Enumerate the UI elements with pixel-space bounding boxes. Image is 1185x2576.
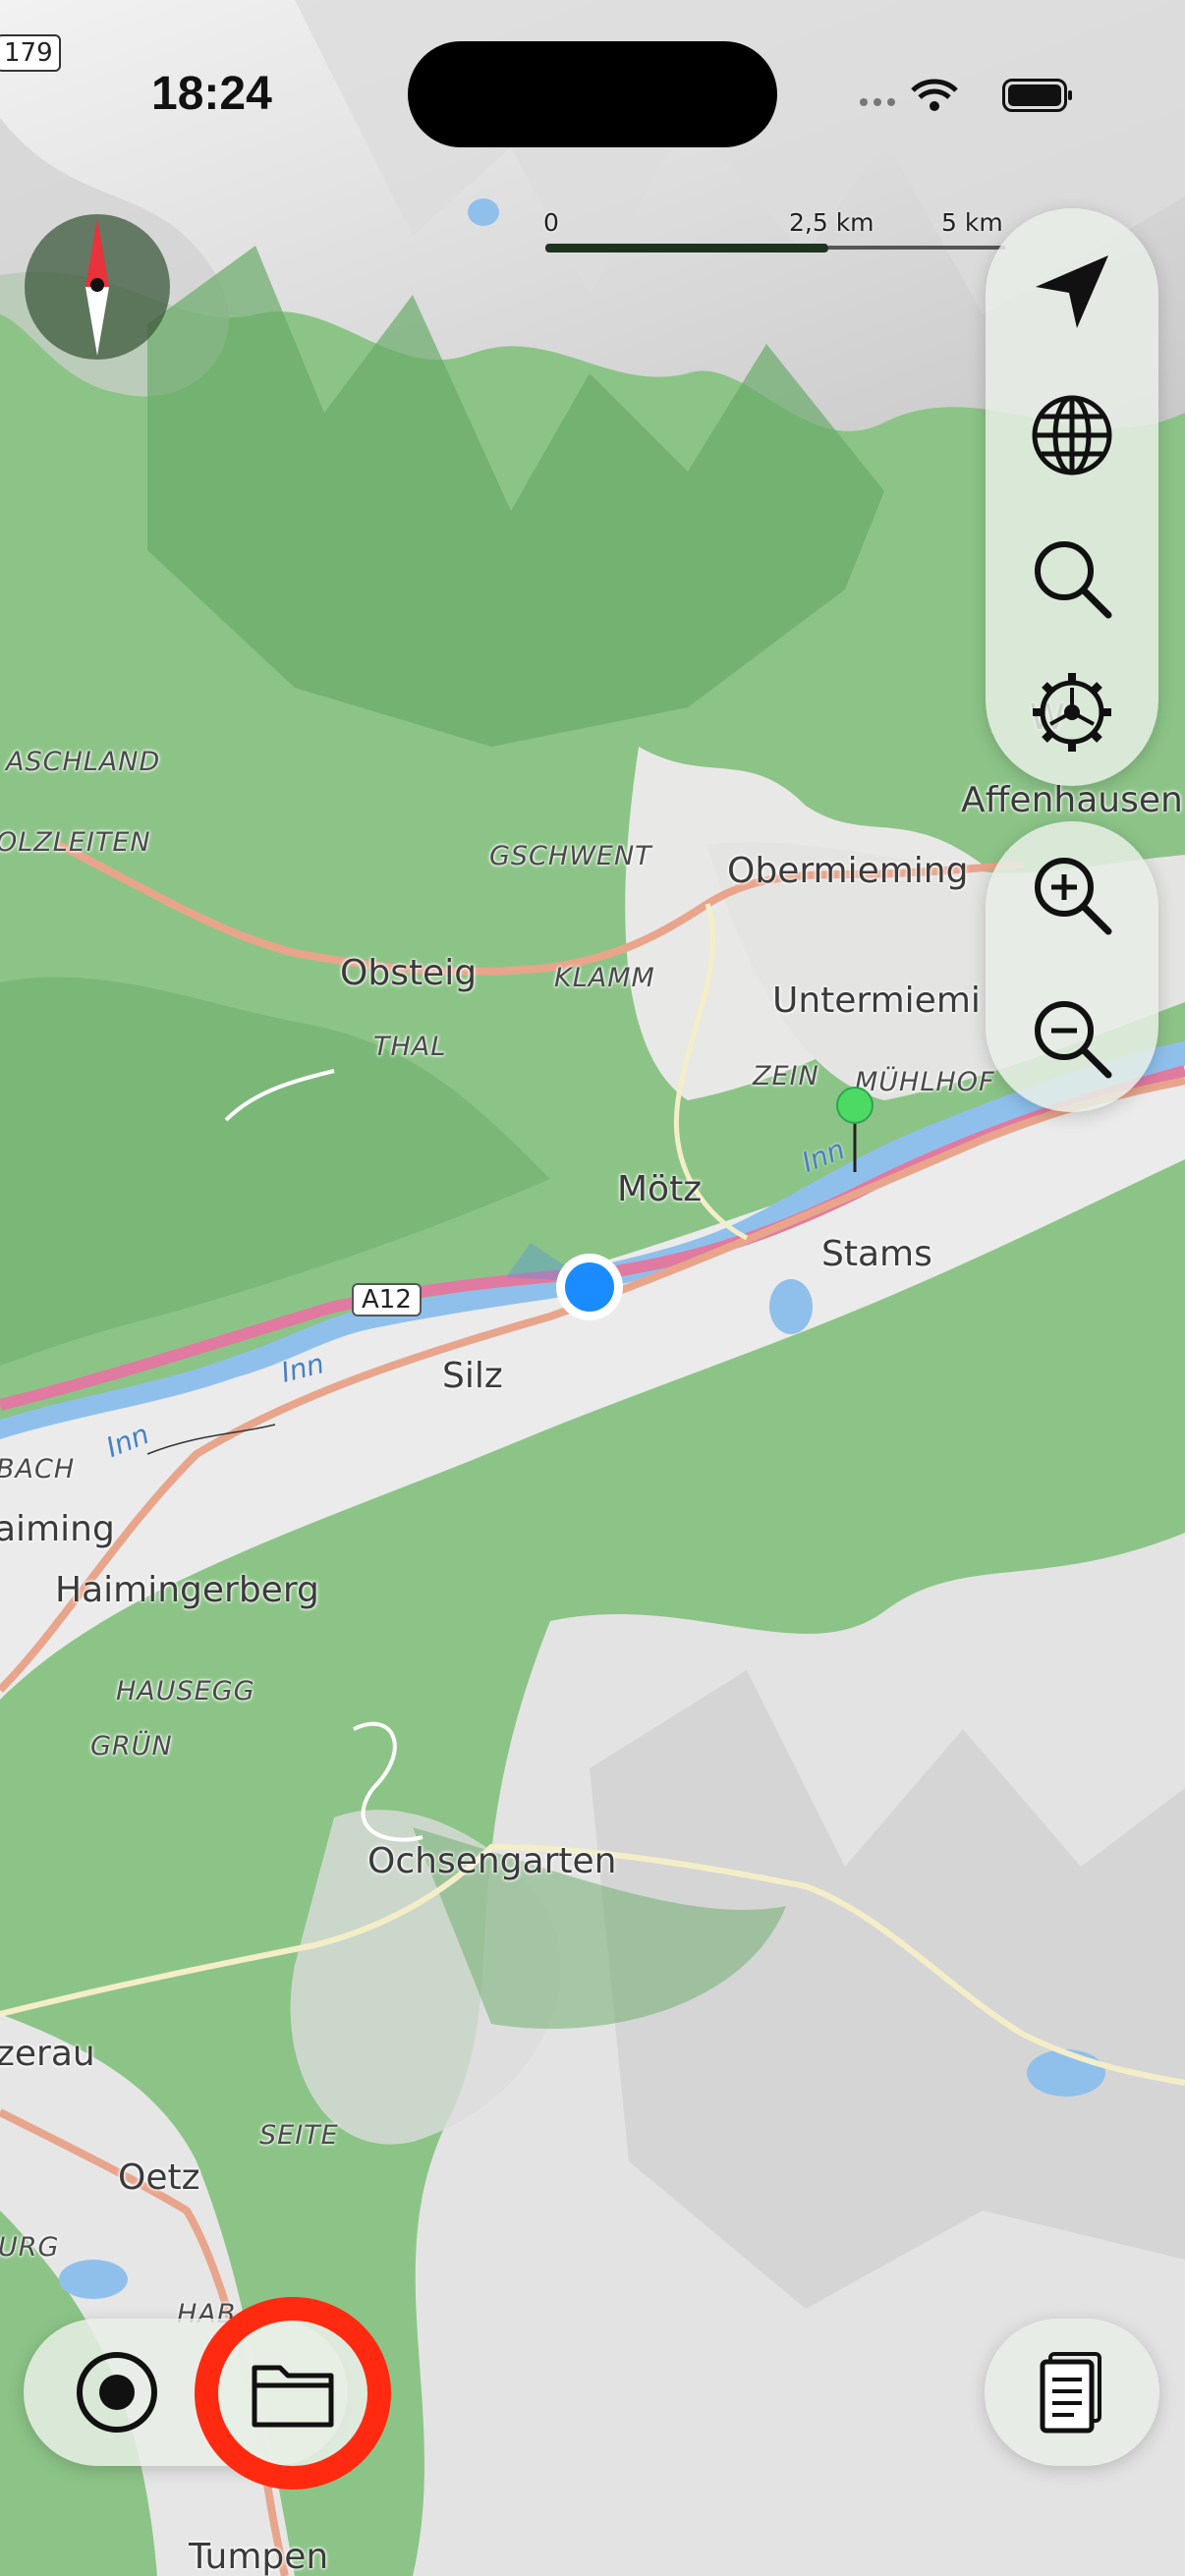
label-haiming: aiming [0,1509,115,1549]
label-hausegg: HAUSEGG [116,1676,255,1707]
globe-icon [1032,395,1112,476]
status-time: 18:24 [151,68,272,120]
zoom-controls-panel [986,821,1158,1112]
label-burg: URG [0,2232,60,2263]
document-icon [1040,2352,1101,2434]
map-pin[interactable] [836,1086,874,1174]
dynamic-island [408,41,777,147]
search-icon [1035,541,1112,619]
label-muhlhof: MÜHLHOF [855,1067,995,1097]
battery-icon [1002,79,1072,112]
label-bach: BACH [0,1454,76,1484]
globe-button[interactable] [1003,371,1141,499]
label-grun: GRÜN [90,1731,173,1762]
folder-button[interactable] [195,2297,391,2490]
label-silz: Silz [442,1356,503,1396]
scale-label-mid: 2,5 km [789,208,875,237]
compass-button[interactable] [25,214,170,360]
label-oetz: Oetz [118,2157,200,2198]
label-obsteig: Obsteig [340,953,478,993]
record-button[interactable] [53,2328,181,2456]
zoom-in-icon [1035,858,1112,935]
label-motz: Mötz [617,1169,703,1209]
label-tumpen: Tumpen [189,2537,329,2576]
scale-bar-fill [545,244,828,252]
label-obermieming: Obermieming [727,851,969,891]
label-seite: SEITE [259,2120,339,2151]
zoom-in-button[interactable] [1003,831,1141,959]
label-untermieming: Untermiemi [772,980,981,1021]
record-icon [77,2352,157,2433]
zoom-out-button[interactable] [1003,975,1141,1102]
label-affenhausen: Affenhausen [961,780,1183,820]
scale-label-end: 5 km [941,208,1003,237]
highway-shield: A12 [352,1283,422,1316]
map-controls-panel [986,208,1158,786]
label-sautens: zerau [0,2034,95,2074]
label-haimingerberg: Haimingerberg [55,1570,319,1610]
scale-bar-line [828,246,1005,250]
document-button[interactable] [985,2319,1159,2466]
search-button[interactable] [1003,515,1141,643]
compass-icon [85,218,109,356]
label-gschwent: GSCHWENT [489,841,652,871]
label-ochsengarten: Ochsengarten [367,1841,617,1881]
label-zein: ZEIN [753,1061,819,1092]
label-aschland: ASCHLAND [6,747,161,777]
label-stams: Stams [821,1234,932,1274]
wifi-icon [860,79,968,112]
navigate-icon [1036,255,1108,328]
current-location-dot [554,1252,625,1322]
settings-button[interactable] [1003,648,1141,776]
label-klamm: KLAMM [554,963,655,993]
label-holzleiten: OLZLEITEN [0,827,151,858]
zoom-out-icon [1035,1001,1112,1079]
folder-icon [252,2365,334,2428]
scale-label-start: 0 [543,208,559,237]
corner-road-sign: 179 [0,34,61,72]
settings-icon [1033,673,1111,752]
label-thal: THAL [373,1032,447,1062]
navigate-button[interactable] [1003,228,1141,356]
status-bar: 179 18:24 [0,0,1185,147]
scale-bar: 0 2,5 km 5 km [543,206,1005,265]
